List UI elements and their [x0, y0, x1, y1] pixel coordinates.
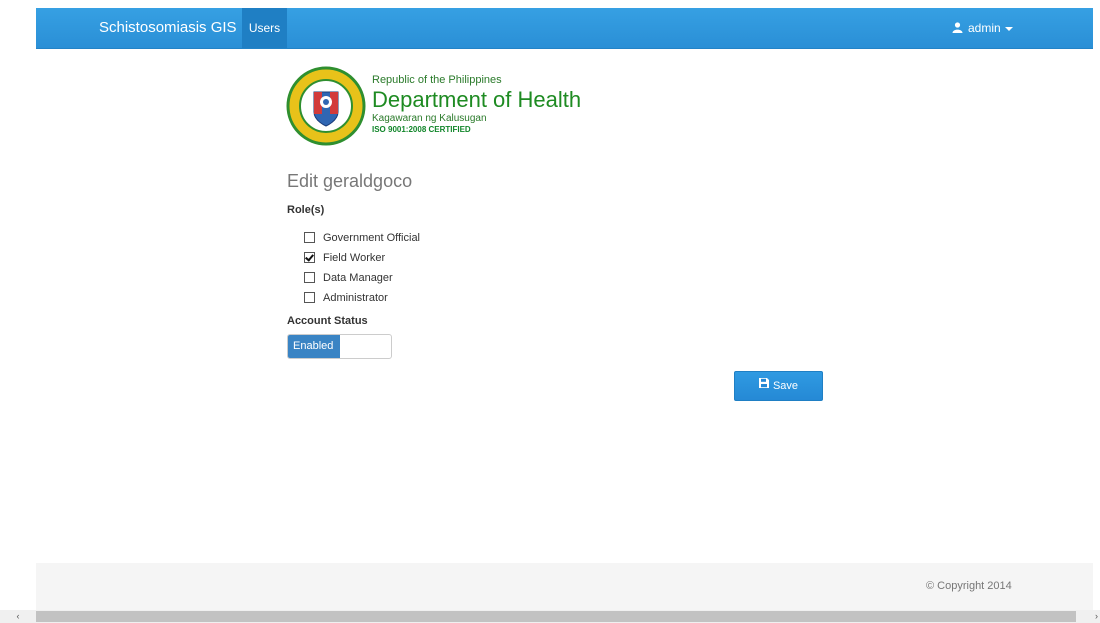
- role-label: Data Manager: [323, 272, 393, 284]
- page-title: Edit geraldgoco: [287, 171, 413, 191]
- republic-text: Republic of the Philippines: [372, 74, 502, 86]
- role-checkbox[interactable]: [304, 231, 315, 243]
- department-tagalog: Kagawaran ng Kalusugan: [372, 113, 487, 124]
- account-status-label: Account Status: [287, 315, 368, 327]
- department-title: Department of Health: [372, 87, 582, 112]
- user-icon: [952, 9, 963, 49]
- toggle-enabled-label: Enabled: [288, 335, 340, 358]
- top-navbar: Schistosomiasis GIS Users admin: [36, 8, 1093, 49]
- save-button[interactable]: Save: [734, 371, 823, 401]
- role-label: Government Official: [323, 232, 421, 244]
- roles-checkbox-group: Government Official Field Worker Data Ma…: [304, 230, 420, 310]
- scrollbar-thumb[interactable]: [36, 611, 1076, 622]
- iso-certification: ISO 9001:2008 CERTIFIED: [372, 125, 471, 134]
- role-field-worker[interactable]: Field Worker: [304, 250, 420, 270]
- role-government-official[interactable]: Government Official: [304, 230, 420, 250]
- department-header: Republic of the Philippines Department o…: [286, 66, 626, 148]
- role-label: Field Worker: [323, 252, 386, 264]
- doh-seal-logo: [286, 66, 366, 146]
- role-administrator[interactable]: Administrator: [304, 290, 420, 310]
- page-footer: © Copyright 2014: [36, 563, 1093, 610]
- scroll-left-icon[interactable]: ‹: [0, 610, 36, 623]
- page: Schistosomiasis GIS Users admin Republic…: [0, 0, 1100, 623]
- role-label: Administrator: [323, 292, 388, 304]
- chevron-down-icon: [1004, 26, 1013, 31]
- role-checkbox[interactable]: [304, 251, 315, 263]
- role-checkbox[interactable]: [304, 291, 315, 303]
- account-status-toggle[interactable]: Enabled: [287, 334, 392, 359]
- horizontal-scrollbar[interactable]: ‹ ›: [0, 610, 1100, 623]
- brand-link[interactable]: Schistosomiasis GIS: [99, 8, 237, 48]
- role-data-manager[interactable]: Data Manager: [304, 270, 420, 290]
- role-checkbox[interactable]: [304, 271, 315, 283]
- floppy-disk-icon: [758, 371, 769, 399]
- save-label: Save: [772, 380, 799, 392]
- user-menu-label: admin: [968, 21, 1001, 35]
- roles-label: Role(s): [287, 204, 325, 216]
- department-name-block: Republic of the Philippines Department o…: [372, 74, 581, 134]
- copyright-text: © Copyright 2014: [926, 580, 1012, 592]
- scroll-right-icon[interactable]: ›: [1093, 610, 1100, 623]
- nav-item-users[interactable]: Users: [242, 8, 287, 48]
- user-menu[interactable]: admin: [952, 8, 1013, 48]
